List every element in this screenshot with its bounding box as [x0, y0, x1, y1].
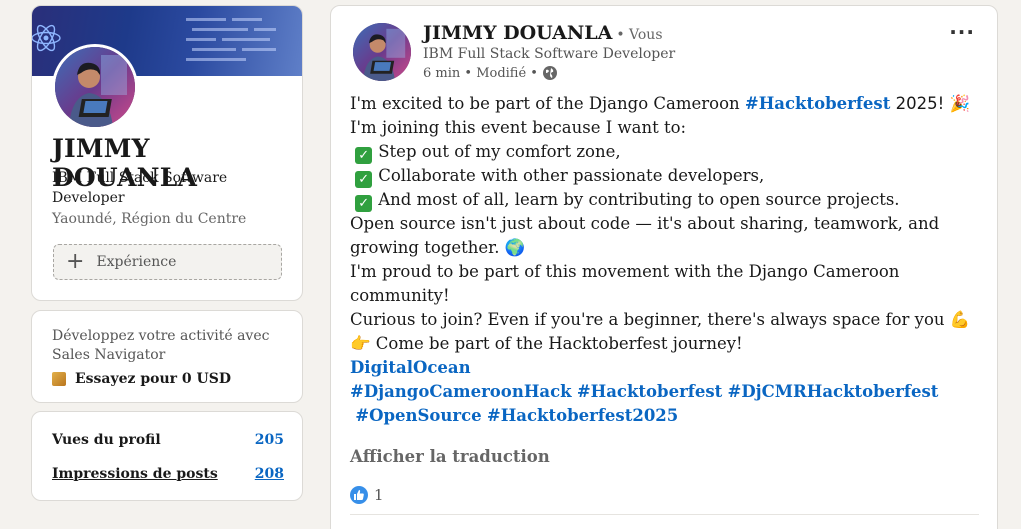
post-line: Curious to join? Even if you're a beginn… — [350, 310, 971, 329]
divider — [350, 514, 979, 515]
post-line: 👉 Come be part of the Hacktoberfest jour… — [350, 334, 743, 353]
post-author-you-badge: • Vous — [616, 27, 663, 43]
post-line: ✓ And most of all, learn by contributing … — [350, 188, 950, 212]
premium-icon — [52, 372, 66, 386]
post-line: I'm proud to be part of this movement wi… — [350, 262, 900, 305]
post-line: Open source isn't just about code — it's… — [350, 214, 940, 257]
profile-views-row[interactable]: Vues du profil 205 — [52, 432, 284, 448]
post-text: I'm excited to be part of the Django Cam… — [350, 94, 745, 113]
sales-navigator-card: Développez votre activité avec Sales Nav… — [31, 310, 303, 403]
post-author-avatar[interactable] — [353, 23, 411, 81]
post-author-headline: IBM Full Stack Software Developer — [423, 46, 676, 62]
profile-headline: IBM Full Stack Software Developer — [52, 170, 228, 206]
post-more-options-button[interactable]: ··· — [949, 20, 975, 44]
hashtag-link[interactable]: #Hacktoberfest — [577, 382, 722, 401]
check-mark-icon: ✓ — [355, 195, 373, 212]
post-avatar-image — [353, 23, 411, 81]
check-mark-icon: ✓ — [355, 147, 373, 164]
post-text: Collaborate with other passionate develo… — [378, 166, 765, 185]
sales-navigator-cta[interactable]: Essayez pour 0 USD — [52, 371, 231, 387]
add-experience-button[interactable]: + Expérience — [53, 244, 282, 280]
post-line: DigitalOcean — [350, 356, 950, 380]
check-mark-icon: ✓ — [355, 171, 373, 188]
hashtag-link[interactable]: #OpenSource — [355, 406, 481, 425]
hashtag-link[interactable]: #Hacktoberfest2025 — [487, 406, 678, 425]
code-lines-decoration — [186, 18, 276, 61]
post-impressions-count: 208 — [254, 466, 284, 482]
post-line: ✓ Step out of my comfort zone, — [350, 140, 950, 164]
show-translation-button[interactable]: Afficher la traduction — [350, 447, 550, 466]
post-impressions-row[interactable]: Impressions de posts 208 — [52, 466, 284, 482]
post-line: ✓ Collaborate with other passionate devel… — [350, 164, 950, 188]
like-icon — [350, 486, 368, 504]
post-reactions[interactable]: 1 — [350, 486, 384, 504]
profile-avatar[interactable] — [52, 44, 138, 130]
profile-stats-card: Vues du profil 205 Impressions de posts … — [31, 411, 303, 501]
hashtag-link[interactable]: #DjangoCameroonHack — [350, 382, 572, 401]
avatar-image — [55, 47, 135, 127]
react-logo-icon — [32, 24, 61, 52]
post-meta-text: 6 min • Modifié • — [423, 65, 538, 81]
post-hashtags: #OpenSource #Hacktoberfest2025 — [350, 404, 950, 428]
hashtag-link[interactable]: #Hacktoberfest — [745, 94, 890, 113]
post-author-name[interactable]: JIMMY DOUANLA — [423, 22, 612, 44]
profile-views-count: 205 — [254, 432, 284, 448]
post-text: 2025! 🎉 — [890, 94, 970, 113]
post-text: And most of all, learn by contributing t… — [378, 190, 900, 209]
mention-link[interactable]: DigitalOcean — [350, 358, 471, 377]
hashtag-link[interactable]: #DjCMRHacktoberfest — [728, 382, 939, 401]
profile-location: Yaoundé, Région du Centre — [52, 211, 247, 227]
post-body: I'm excited to be part of the Django Cam… — [350, 92, 971, 428]
post-meta: 6 min • Modifié • — [423, 65, 558, 81]
post-hashtags: #DjangoCameroonHack #Hacktoberfest #DjCM… — [350, 380, 950, 404]
post-impressions-label: Impressions de posts — [52, 466, 218, 482]
profile-card: JIMMY DOUANLA IBM Full Stack Software De… — [31, 5, 303, 301]
add-experience-label: Expérience — [96, 254, 177, 270]
sales-navigator-cta-label: Essayez pour 0 USD — [75, 371, 232, 387]
globe-icon — [542, 66, 557, 80]
profile-views-label: Vues du profil — [52, 432, 161, 448]
post-author: JIMMY DOUANLA • Vous — [423, 22, 663, 44]
sales-navigator-text: Développez votre activité avec Sales Nav… — [52, 328, 270, 363]
post-card: JIMMY DOUANLA • Vous IBM Full Stack Soft… — [330, 5, 998, 529]
plus-icon: + — [66, 249, 85, 274]
post-line: I'm joining this event because I want to… — [350, 118, 687, 137]
reaction-count: 1 — [374, 486, 384, 504]
post-line: I'm excited to be part of the Django Cam… — [350, 92, 970, 116]
post-text: Step out of my comfort zone, — [378, 142, 621, 161]
